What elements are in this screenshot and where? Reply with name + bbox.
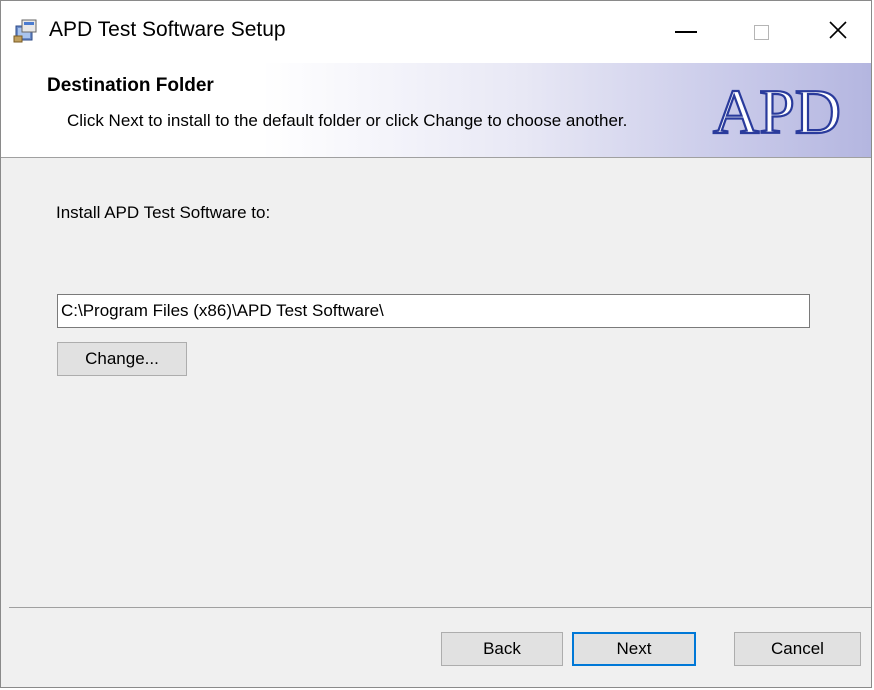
installer-icon xyxy=(13,17,39,43)
window-title: APD Test Software Setup xyxy=(49,18,286,41)
minimize-icon xyxy=(675,31,697,33)
setup-window: APD Test Software Setup Destination Fold… xyxy=(0,0,872,688)
back-button[interactable]: Back xyxy=(441,632,563,666)
title-bar[interactable]: APD Test Software Setup xyxy=(1,1,871,63)
page-description: Click Next to install to the default fol… xyxy=(67,111,628,130)
footer-divider xyxy=(9,607,871,608)
install-location-label: Install APD Test Software to: xyxy=(56,203,271,222)
maximize-icon xyxy=(753,24,769,40)
header-banner: Destination Folder Click Next to install… xyxy=(1,63,871,158)
minimize-button[interactable] xyxy=(653,1,719,63)
apd-logo: APD xyxy=(712,75,842,147)
svg-text:APD: APD xyxy=(713,76,841,147)
close-icon xyxy=(828,20,848,45)
close-button[interactable] xyxy=(805,1,871,63)
change-button[interactable]: Change... xyxy=(57,342,187,376)
page-title: Destination Folder xyxy=(47,75,214,96)
next-button[interactable]: Next xyxy=(572,632,696,666)
cancel-button[interactable]: Cancel xyxy=(734,632,861,666)
maximize-button[interactable] xyxy=(728,1,794,63)
install-path-input[interactable] xyxy=(57,294,810,328)
